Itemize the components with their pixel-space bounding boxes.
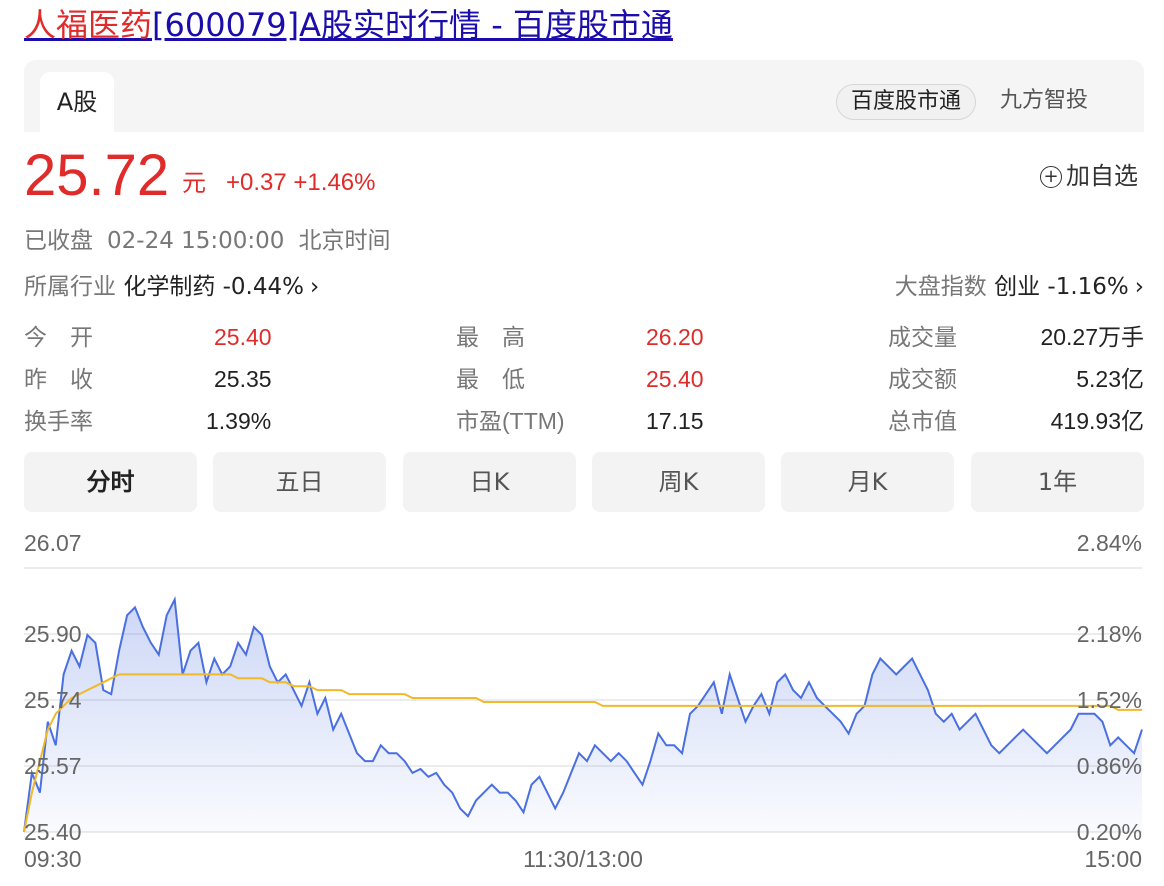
y-tick-label-right: 2.84% <box>1077 530 1142 556</box>
y-tick-label-right: 2.18% <box>1077 621 1142 647</box>
y-tick-label-left: 25.74 <box>24 687 82 713</box>
stat-value-turnover-rate: 1.39% <box>206 408 272 434</box>
index-name: 创业 <box>994 274 1041 300</box>
y-tick-label-left: 25.57 <box>24 753 82 779</box>
tab-five-day[interactable]: 五日 <box>213 452 386 512</box>
tab-a-share[interactable]: A股 <box>40 72 114 132</box>
market-status: 已收盘 02-24 15:00:00 北京时间 <box>24 224 404 258</box>
quote-card-header: A股 百度股市通 九方智投 <box>24 60 1144 132</box>
intraday-chart[interactable]: 26.07 2.84% 25.90 2.18% 25.74 1.52% 25.57 0.86%… <box>0 520 1164 886</box>
price-change: +0.37 +1.46% <box>226 166 375 200</box>
stat-label-open: 今 开 <box>24 324 93 350</box>
index-link[interactable]: 大盘指数 创业 -1.16% › <box>895 270 1144 304</box>
stat-label-turnover-amount: 成交额 <box>888 366 957 392</box>
stat-label-turnover-rate: 换手率 <box>24 408 93 434</box>
stat-value-pe-ttm: 17.15 <box>646 408 704 434</box>
industry-name: 化学制药 <box>123 274 216 300</box>
title-stock-name: 人福医药 <box>24 6 153 44</box>
tab-daily-k[interactable]: 日K <box>403 452 576 512</box>
y-tick-label-left: 26.07 <box>24 530 82 556</box>
y-tick-label-left: 25.40 <box>24 819 82 845</box>
chart-period-tabs: 分时 五日 日K 周K 月K 1年 <box>24 452 1144 512</box>
chevron-right-icon: › <box>310 274 320 300</box>
stat-value-low: 25.40 <box>646 366 704 392</box>
stat-label-market-cap: 总市值 <box>888 408 957 434</box>
tab-monthly-k[interactable]: 月K <box>781 452 954 512</box>
title-rest: [600079]A股实时行情 - 百度股市通 <box>152 6 673 44</box>
source-jiufang[interactable]: 九方智投 <box>1000 84 1088 118</box>
index-label: 大盘指数 <box>894 274 987 300</box>
x-tick-label: 11:30/13:00 <box>523 846 643 872</box>
current-price: 25.72 <box>24 143 170 208</box>
tab-weekly-k[interactable]: 周K <box>592 452 765 512</box>
change-percent: +1.46% <box>293 169 376 196</box>
tab-one-year[interactable]: 1年 <box>971 452 1144 512</box>
stat-label-low: 最 低 <box>456 366 525 392</box>
y-tick-label-right: 1.52% <box>1077 687 1142 713</box>
stat-label-volume: 成交量 <box>888 324 957 350</box>
industry-link[interactable]: 所属行业 化学制药 -0.44% › <box>24 270 319 304</box>
stat-label-prev-close: 昨 收 <box>24 366 93 392</box>
status-state: 已收盘 <box>24 228 93 254</box>
stat-value-volume: 20.27万手 <box>1040 324 1144 350</box>
x-tick-label: 09:30 <box>24 846 82 872</box>
tab-intraday[interactable]: 分时 <box>24 452 197 512</box>
stat-label-high: 最 高 <box>456 324 525 350</box>
page-title-link[interactable]: 人福医药[600079]A股实时行情 - 百度股市通 <box>24 2 673 48</box>
add-watchlist-label: 加自选 <box>1066 162 1138 190</box>
stat-value-prev-close: 25.35 <box>214 366 272 392</box>
source-baidu-pill[interactable]: 百度股市通 <box>836 84 977 120</box>
stat-value-turnover-amount: 5.23亿 <box>1076 366 1144 392</box>
y-tick-label-right: 0.20% <box>1077 819 1142 845</box>
x-tick-label: 15:00 <box>1084 846 1142 872</box>
plus-circle-icon: + <box>1040 166 1062 188</box>
change-amount: +0.37 <box>226 169 287 196</box>
y-tick-label-right: 0.86% <box>1077 753 1142 779</box>
stat-value-high: 26.20 <box>646 324 704 350</box>
y-tick-label-left: 25.90 <box>24 621 82 647</box>
add-watchlist-button[interactable]: + 加自选 <box>1040 158 1138 194</box>
stat-label-pe-ttm: 市盈(TTM) <box>456 408 565 434</box>
price-unit: 元 <box>182 169 206 197</box>
chevron-right-icon: › <box>1134 274 1144 300</box>
index-change: -1.16% <box>1047 274 1129 300</box>
industry-change: -0.44% <box>222 274 304 300</box>
stat-value-market-cap: 419.93亿 <box>1050 408 1144 434</box>
status-datetime: 02-24 15:00:00 <box>107 228 285 254</box>
industry-label: 所属行业 <box>24 274 116 300</box>
stat-value-open: 25.40 <box>214 324 272 350</box>
status-timezone: 北京时间 <box>298 228 391 254</box>
